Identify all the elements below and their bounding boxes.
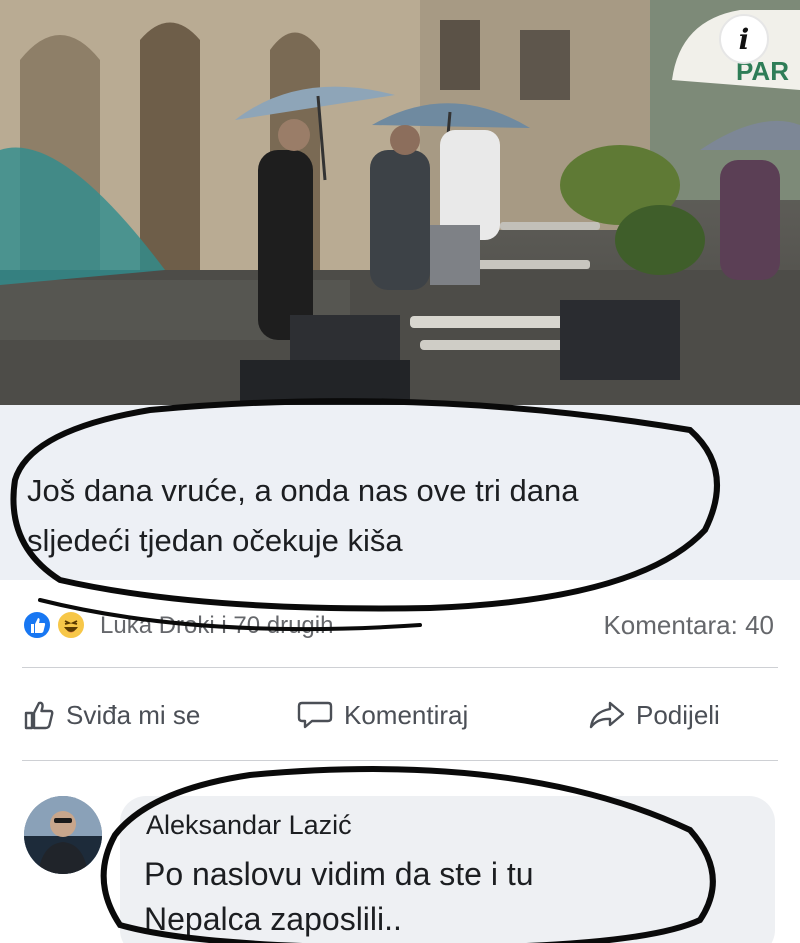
reactions-summary[interactable]: Luka Droki i 70 drugih — [100, 612, 333, 640]
rainy-street-scene: PAR — [0, 0, 800, 405]
comment-author[interactable]: Aleksandar Lazić — [146, 810, 352, 841]
comment-line-1: Po naslovu vidim da ste i tu — [144, 856, 534, 892]
info-icon[interactable]: i — [719, 14, 769, 64]
like-reaction-icon — [22, 610, 52, 640]
haha-reaction-icon — [56, 610, 86, 640]
avatar[interactable] — [24, 796, 102, 874]
comments-count[interactable]: Komentara: 40 — [603, 610, 774, 641]
comment-text: Po naslovu vidim da ste i tu Nepalca zap… — [144, 852, 744, 942]
share-label: Podijeli — [636, 699, 720, 730]
post-photo[interactable]: PAR i — [0, 0, 800, 405]
comment-icon — [297, 701, 333, 729]
caption-line-1: Još dana vruće, a onda nas ove tri dana — [27, 473, 579, 508]
share-button[interactable]: Podijeli — [588, 690, 720, 740]
share-arrow-icon — [589, 701, 625, 729]
comment-button[interactable]: Komentiraj — [296, 690, 468, 740]
divider — [22, 760, 778, 761]
comment-label: Komentiraj — [344, 699, 469, 730]
thumbs-up-icon — [24, 701, 54, 730]
reactions-row: Luka Droki i 70 drugih Komentara: 40 — [0, 598, 800, 654]
like-label: Sviđa mi se — [66, 699, 201, 730]
like-button[interactable]: Sviđa mi se — [22, 690, 200, 740]
caption-line-2: sljedeći tjedan očekuje kiša — [27, 523, 403, 558]
comment-line-2: Nepalca zaposlili.. — [144, 901, 402, 937]
divider — [22, 667, 778, 668]
post-caption: Još dana vruće, a onda nas ove tri dana … — [27, 466, 727, 566]
reaction-icons[interactable] — [22, 610, 92, 640]
